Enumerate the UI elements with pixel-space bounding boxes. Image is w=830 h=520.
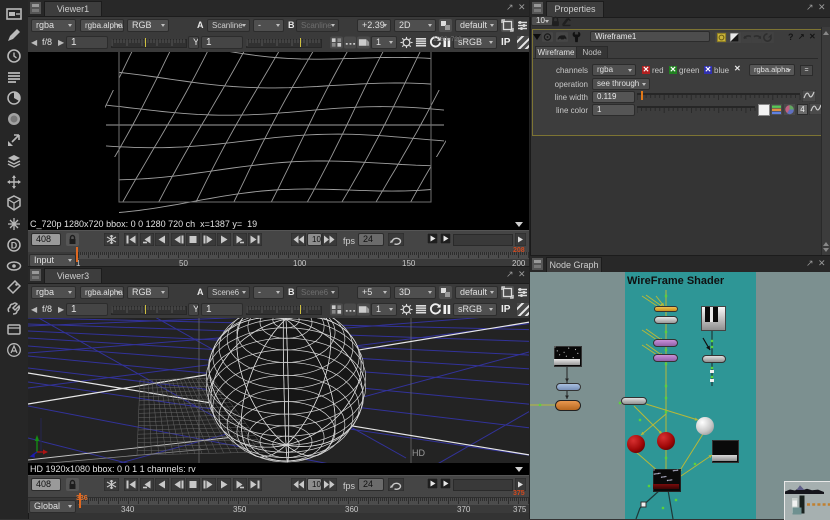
svg-text:HD: HD <box>412 448 425 458</box>
svg-text:D: D <box>11 241 18 251</box>
